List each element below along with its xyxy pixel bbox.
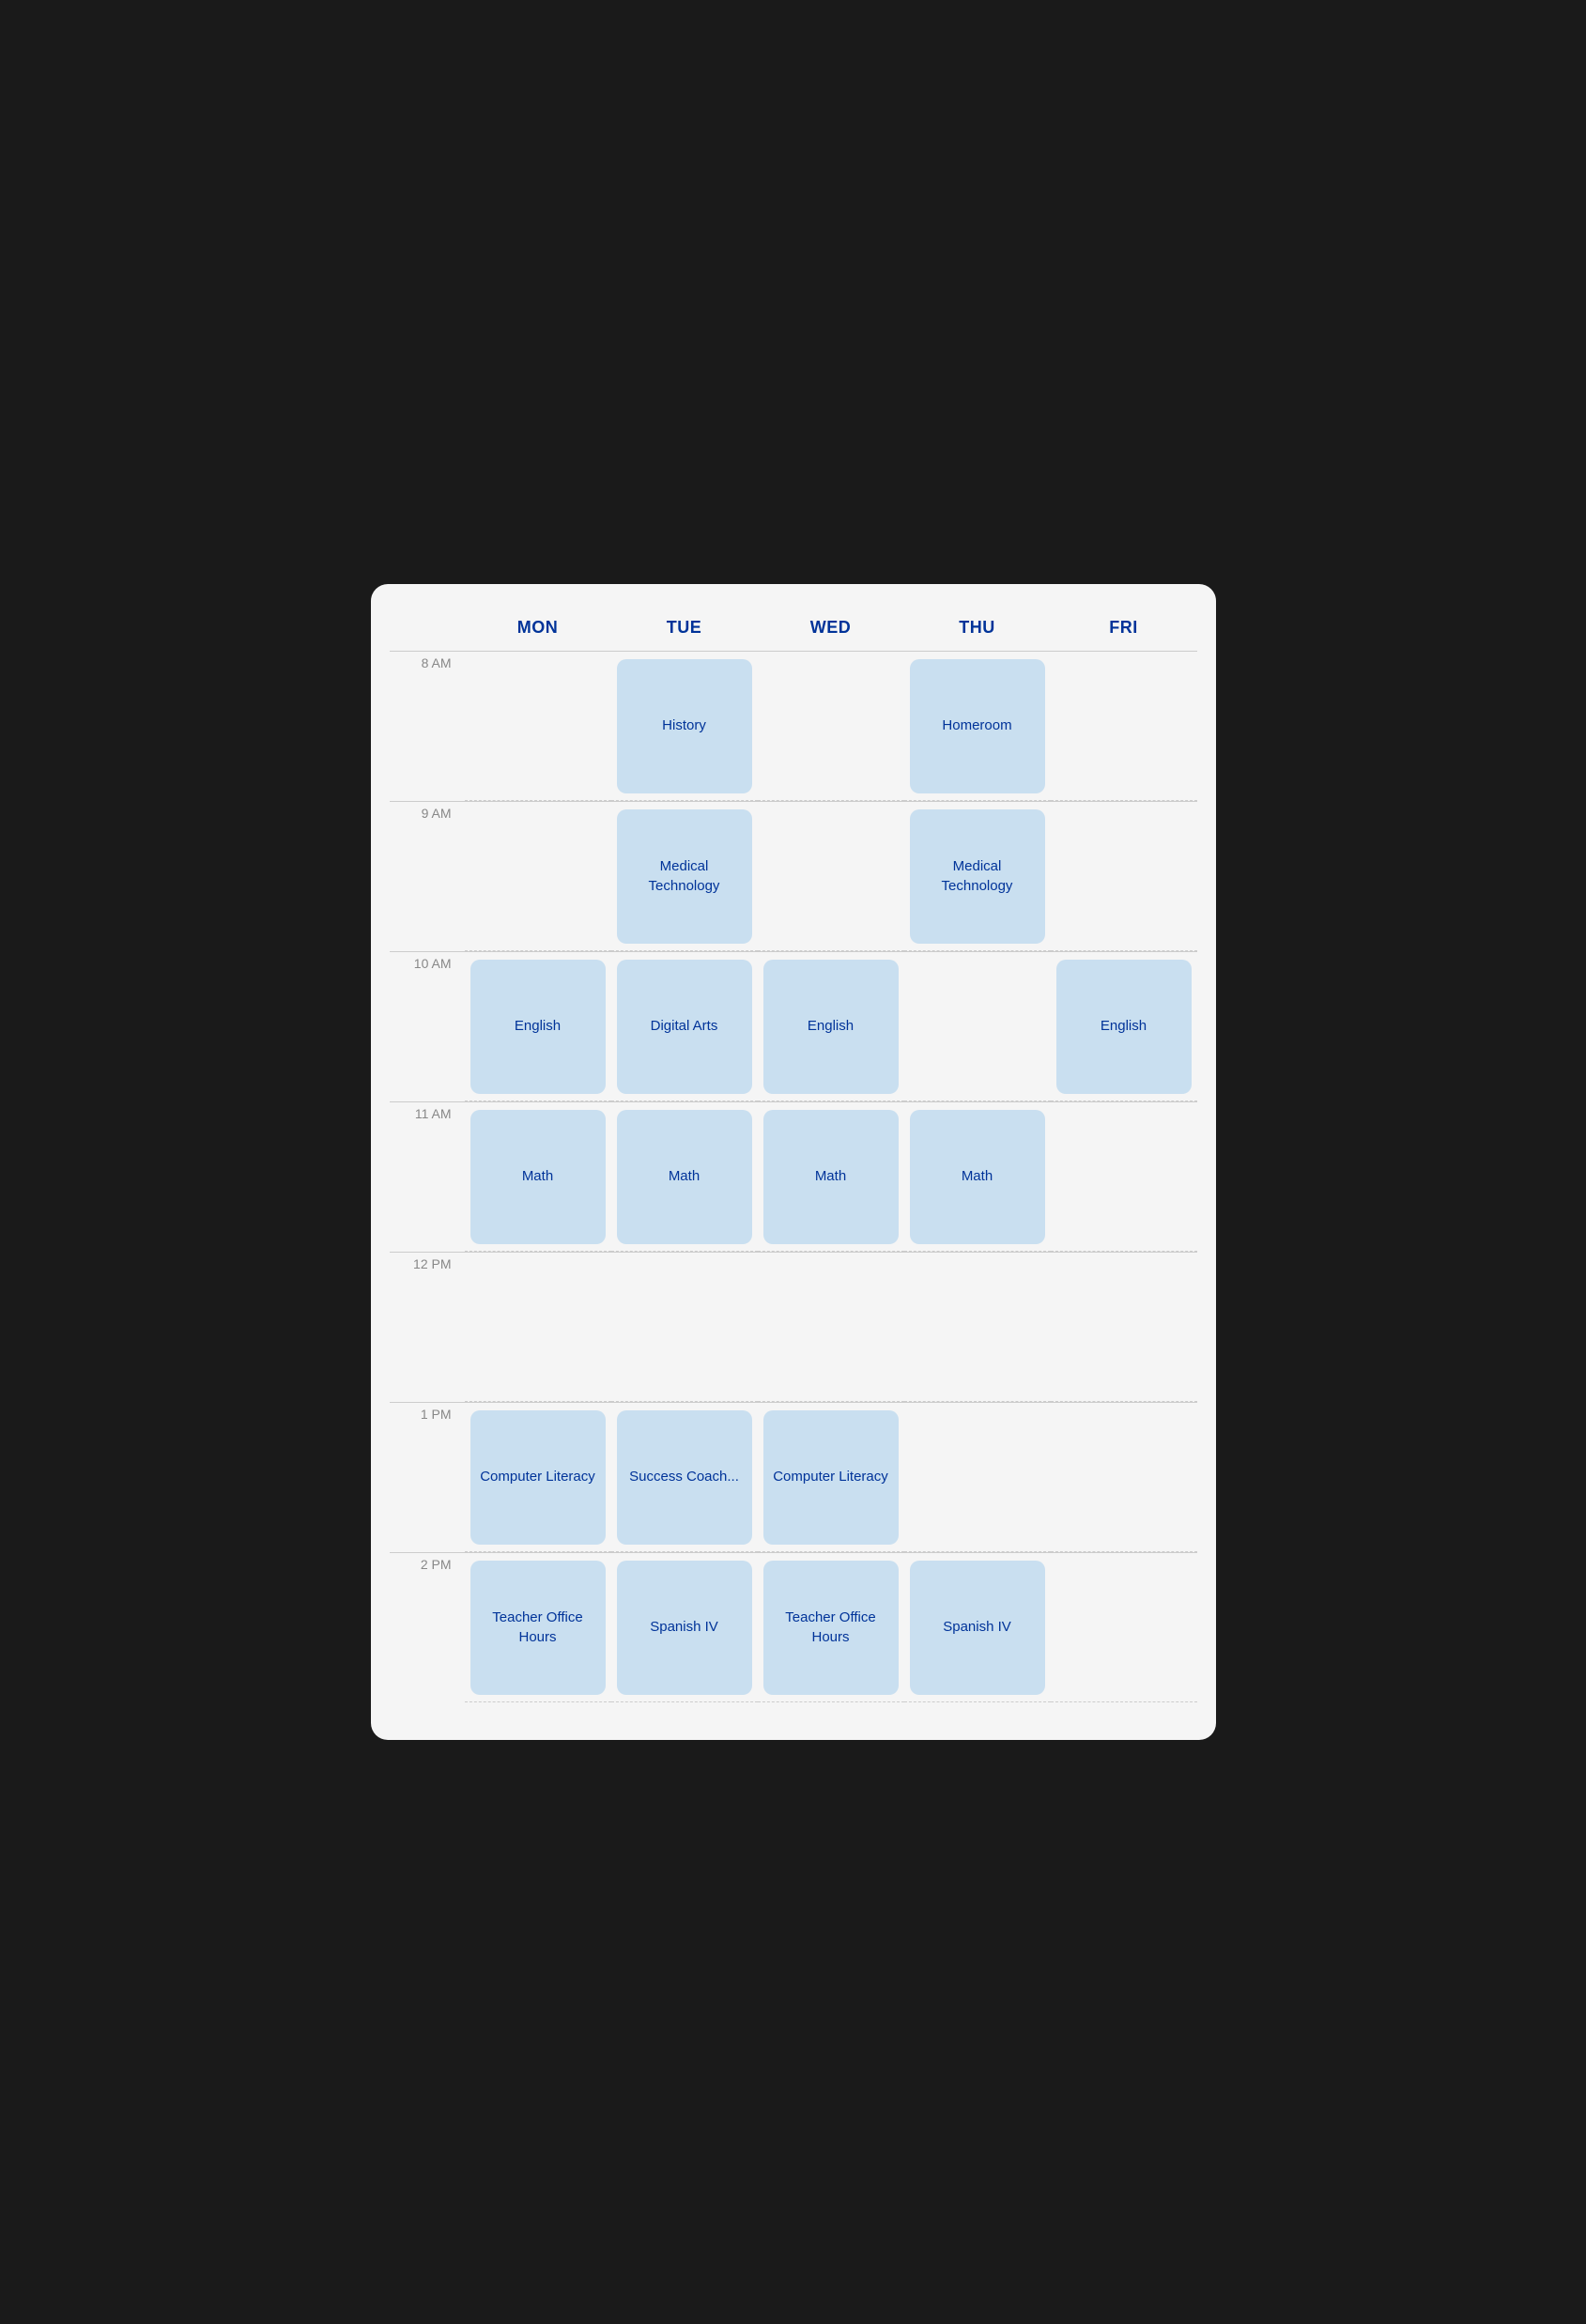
slot-9-am-fri (1051, 801, 1197, 951)
slot-2-pm-fri (1051, 1552, 1197, 1702)
slot-1-pm-tue: Success Coach... (611, 1402, 758, 1552)
slot-2-pm-mon: Teacher Office Hours (465, 1552, 611, 1702)
slot-12-pm-thu (904, 1252, 1051, 1402)
slot-10-am-thu (904, 951, 1051, 1101)
class-block[interactable]: Math (763, 1110, 899, 1244)
time-label: 10 AM (390, 951, 465, 1101)
slot-10-am-fri: English (1051, 951, 1197, 1101)
empty-slot (1056, 659, 1192, 753)
empty-slot (763, 659, 899, 753)
calendar-container: MONTUEWEDTHUFRI 8 AM History Homeroom 9 AM M… (371, 584, 1216, 1740)
time-label: 2 PM (390, 1552, 465, 1702)
slot-11-am-fri (1051, 1101, 1197, 1252)
slot-9-am-tue: Medical Technology (611, 801, 758, 951)
slot-1-pm-mon: Computer Literacy (465, 1402, 611, 1552)
class-block[interactable]: Spanish IV (617, 1561, 752, 1695)
slot-1-pm-thu (904, 1402, 1051, 1552)
class-block[interactable]: Digital Arts (617, 960, 752, 1094)
empty-slot (1056, 1410, 1192, 1504)
slot-11-am-tue: Math (611, 1101, 758, 1252)
time-label: 11 AM (390, 1101, 465, 1252)
time-row-12-pm: 12 PM (390, 1252, 1197, 1402)
slot-1-pm-fri (1051, 1402, 1197, 1552)
slot-12-pm-tue (611, 1252, 758, 1402)
class-block[interactable]: English (763, 960, 899, 1094)
class-block[interactable]: History (617, 659, 752, 793)
time-label: 1 PM (390, 1402, 465, 1552)
time-row-8-am: 8 AM History Homeroom (390, 651, 1197, 801)
slot-8-am-tue: History (611, 651, 758, 801)
empty-slot (1056, 1110, 1192, 1204)
class-block[interactable]: Medical Technology (617, 809, 752, 944)
time-row-10-am: 10 AMEnglishDigital ArtsEnglishEnglish (390, 951, 1197, 1101)
slot-10-am-wed: English (758, 951, 904, 1101)
schedule-body: 8 AM History Homeroom 9 AM Medical Technolog… (390, 651, 1197, 1702)
time-row-11-am: 11 AMMathMathMathMath (390, 1101, 1197, 1252)
empty-slot (1056, 809, 1192, 903)
slot-11-am-mon: Math (465, 1101, 611, 1252)
empty-slot (1056, 1260, 1192, 1354)
time-label: 9 AM (390, 801, 465, 951)
slot-12-pm-mon (465, 1252, 611, 1402)
slot-10-am-mon: English (465, 951, 611, 1101)
class-block[interactable]: English (1056, 960, 1192, 1094)
empty-slot (470, 1260, 606, 1354)
time-row-2-pm: 2 PMTeacher Office HoursSpanish IVTeache… (390, 1552, 1197, 1702)
slot-11-am-thu: Math (904, 1101, 1051, 1252)
empty-slot (910, 1260, 1045, 1354)
class-block[interactable]: English (470, 960, 606, 1094)
day-header-fri: FRI (1051, 612, 1197, 643)
class-block[interactable]: Math (910, 1110, 1045, 1244)
day-header-wed: WED (758, 612, 904, 643)
class-block[interactable]: Math (617, 1110, 752, 1244)
slot-2-pm-tue: Spanish IV (611, 1552, 758, 1702)
empty-slot (470, 659, 606, 753)
slot-9-am-wed (758, 801, 904, 951)
slot-8-am-mon (465, 651, 611, 801)
time-row-9-am: 9 AM Medical Technology Medical Technology (390, 801, 1197, 951)
slot-12-pm-fri (1051, 1252, 1197, 1402)
slot-9-am-thu: Medical Technology (904, 801, 1051, 951)
class-block[interactable]: Spanish IV (910, 1561, 1045, 1695)
empty-slot (910, 1410, 1045, 1504)
class-block[interactable]: Computer Literacy (763, 1410, 899, 1545)
class-block[interactable]: Teacher Office Hours (763, 1561, 899, 1695)
day-header-mon: MON (465, 612, 611, 643)
slot-9-am-mon (465, 801, 611, 951)
day-header-tue: TUE (611, 612, 758, 643)
class-block[interactable]: Computer Literacy (470, 1410, 606, 1545)
empty-slot (763, 1260, 899, 1354)
class-block[interactable]: Success Coach... (617, 1410, 752, 1545)
empty-slot (763, 809, 899, 903)
slot-8-am-fri (1051, 651, 1197, 801)
time-label: 12 PM (390, 1252, 465, 1402)
empty-slot (470, 809, 606, 903)
slot-8-am-thu: Homeroom (904, 651, 1051, 801)
empty-slot (1056, 1561, 1192, 1655)
day-header-thu: THU (904, 612, 1051, 643)
empty-slot (617, 1260, 752, 1354)
slot-2-pm-thu: Spanish IV (904, 1552, 1051, 1702)
header-row: MONTUEWEDTHUFRI (390, 612, 1197, 643)
slot-2-pm-wed: Teacher Office Hours (758, 1552, 904, 1702)
time-row-1-pm: 1 PMComputer LiteracySuccess Coach...Com… (390, 1402, 1197, 1552)
slot-12-pm-wed (758, 1252, 904, 1402)
class-block[interactable]: Medical Technology (910, 809, 1045, 944)
slot-1-pm-wed: Computer Literacy (758, 1402, 904, 1552)
class-block[interactable]: Teacher Office Hours (470, 1561, 606, 1695)
slot-8-am-wed (758, 651, 904, 801)
slot-11-am-wed: Math (758, 1101, 904, 1252)
header-spacer (390, 612, 465, 643)
time-label: 8 AM (390, 651, 465, 801)
class-block[interactable]: Math (470, 1110, 606, 1244)
class-block[interactable]: Homeroom (910, 659, 1045, 793)
slot-10-am-tue: Digital Arts (611, 951, 758, 1101)
empty-slot (910, 960, 1045, 1054)
